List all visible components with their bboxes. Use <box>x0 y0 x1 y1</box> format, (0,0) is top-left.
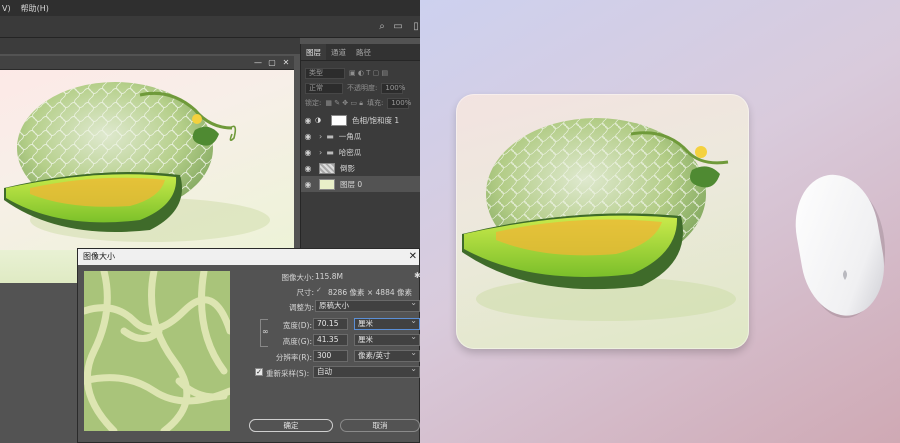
share-icon[interactable]: ▯ <box>410 21 420 33</box>
dimensions-value: 8286 像素 × 4884 像素 <box>328 288 412 297</box>
image-size-label: 图像大小: <box>281 273 314 282</box>
workspace-background <box>0 283 78 443</box>
opacity-input[interactable]: 100% <box>381 82 405 94</box>
eye-icon[interactable]: ◉ <box>301 180 315 189</box>
document-window-bar: — ▢ ✕ <box>0 56 294 70</box>
layer-kind-select[interactable]: 类型 <box>305 67 345 79</box>
resolution-unit-select[interactable]: 像素/英寸 <box>354 348 420 362</box>
canvas-visible-strip <box>0 250 78 283</box>
dimensions-label: 尺寸: <box>296 288 314 297</box>
image-preview[interactable] <box>84 271 230 431</box>
document-tab-strip <box>0 38 300 54</box>
opacity-label: 不透明度: <box>347 84 378 92</box>
image-size-dialog: 图像大小 ✕ 图像大小: 115.8M ✱ 尺寸: ✓ 8286 像素 × 48… <box>77 248 420 443</box>
eye-icon[interactable]: ◉ <box>301 164 315 173</box>
layer-name: 哈密瓜 <box>338 147 362 157</box>
dialog-title: 图像大小 <box>83 252 115 261</box>
layer-name: 倒影 <box>340 163 355 173</box>
filter-icons[interactable]: ▣ ◐ T ▢ ▤ <box>349 69 388 77</box>
layers-panel: 图层 通道 路径 类型 ▣ ◐ T ▢ ▤ 正常 不透明度: 100% 锁定: … <box>300 44 420 250</box>
layer-row[interactable]: ◉ ◑ 色相/饱和度 1 <box>301 112 420 128</box>
fit-to-select[interactable]: 原稿大小 <box>315 298 420 312</box>
composite-screenshot: V) 帮助(H) ⌕ ▭ ▯ — ▢ ✕ 图层 通道 路径 类型 ▣ ◐ T ▢… <box>0 0 900 443</box>
layer-thumbnail <box>319 178 335 190</box>
height-input[interactable]: 41.35 <box>313 334 348 346</box>
workspace-icon[interactable]: ▭ <box>392 21 404 33</box>
width-unit-select[interactable]: 厘米 <box>354 316 420 330</box>
mouse-drawing <box>795 174 885 318</box>
tab-channels[interactable]: 通道 <box>326 44 351 60</box>
mousepad-artwork <box>462 118 736 321</box>
layer-row[interactable]: ◉ › ▬ 哈密瓜 <box>301 144 420 160</box>
eye-icon[interactable]: ◉ <box>301 116 315 125</box>
height-label: 高度(G): <box>282 337 312 346</box>
preview-texture <box>84 271 230 431</box>
width-label: 宽度(D): <box>282 321 312 330</box>
folder-icon: ▬ <box>326 131 334 141</box>
resample-checkbox[interactable]: ✓ <box>255 368 263 376</box>
height-unit-select[interactable]: 厘米 <box>354 332 420 346</box>
layers-panel-tabs: 图层 通道 路径 <box>301 44 420 61</box>
tab-paths[interactable]: 路径 <box>351 44 376 60</box>
adjustment-icon: ◑ <box>315 116 322 124</box>
search-icon[interactable]: ⌕ <box>376 21 388 33</box>
chevron-down-icon[interactable]: ✓ <box>316 286 322 294</box>
ok-button[interactable]: 确定 <box>249 419 333 432</box>
layer-row[interactable]: ◉ 图层 0 <box>301 176 420 192</box>
menu-item-view[interactable]: V) <box>2 4 11 13</box>
layer-filter-row: 类型 ▣ ◐ T ▢ ▤ <box>305 67 388 79</box>
close-icon[interactable]: ✕ <box>280 57 292 69</box>
lock-label: 锁定: <box>305 99 322 107</box>
options-bar: ⌕ ▭ ▯ <box>0 16 420 38</box>
image-size-value: 115.8M <box>315 272 343 281</box>
tab-layers[interactable]: 图层 <box>301 44 326 60</box>
cancel-button[interactable]: 取消 <box>340 419 420 432</box>
dialog-titlebar: 图像大小 ✕ <box>78 249 419 265</box>
layer-thumbnail <box>319 162 335 174</box>
blend-mode-select[interactable]: 正常 <box>305 82 343 94</box>
document-canvas[interactable] <box>0 70 294 250</box>
folder-icon: ▬ <box>326 147 334 157</box>
layer-name: 图层 0 <box>340 179 363 189</box>
fit-to-label: 调整为: <box>288 303 314 312</box>
fill-input[interactable]: 100% <box>387 97 411 109</box>
resolution-input[interactable]: 300 <box>313 350 348 362</box>
resolution-label: 分辨率(R): <box>275 353 312 362</box>
lock-row: 锁定: ▦ ✎ ✥ ▭ 🔒︎ 填充: 100% <box>305 97 411 109</box>
mousepad <box>456 94 749 349</box>
lock-icons[interactable]: ▦ ✎ ✥ ▭ 🔒︎ <box>325 99 363 108</box>
layer-row[interactable]: ◉ 倒影 <box>301 160 420 176</box>
melon-artwork <box>4 82 270 242</box>
computer-mouse <box>795 172 887 320</box>
layer-row[interactable]: ◉ › ▬ 一角瓜 <box>301 128 420 144</box>
resample-select[interactable]: 自动 <box>313 364 420 378</box>
layer-name: 色相/饱和度 1 <box>352 115 400 125</box>
eye-icon[interactable]: ◉ <box>301 148 315 157</box>
eye-icon[interactable]: ◉ <box>301 132 315 141</box>
restore-icon[interactable]: ▢ <box>266 57 278 69</box>
width-input[interactable]: 70.15 <box>313 318 348 330</box>
photoshop-window: V) 帮助(H) ⌕ ▭ ▯ — ▢ ✕ 图层 通道 路径 类型 ▣ ◐ T ▢… <box>0 0 420 443</box>
menu-bar: V) 帮助(H) <box>0 0 420 16</box>
layer-mask-thumb <box>331 114 347 126</box>
fill-label: 填充: <box>366 99 384 107</box>
chevron-right-icon[interactable]: › <box>319 132 322 141</box>
minimize-icon[interactable]: — <box>252 57 264 69</box>
close-icon[interactable]: ✕ <box>409 249 417 265</box>
blend-row: 正常 不透明度: 100% <box>305 82 405 94</box>
chevron-right-icon[interactable]: › <box>319 148 322 157</box>
layer-name: 一角瓜 <box>338 131 362 141</box>
resample-label: 重新采样(S): <box>266 369 310 378</box>
menu-item-help[interactable]: 帮助(H) <box>21 3 49 14</box>
